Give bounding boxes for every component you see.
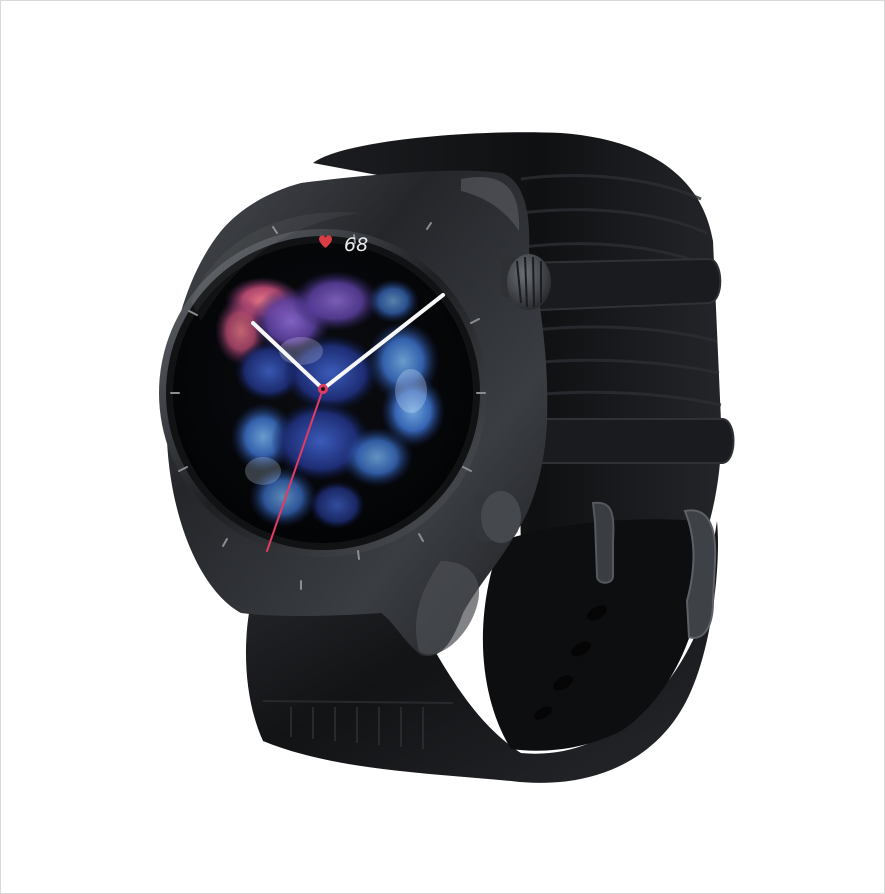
buckle: [591, 501, 615, 584]
side-button: [473, 491, 521, 543]
smartwatch-illustration: 68: [159, 132, 735, 783]
product-image-frame: 68: [0, 0, 885, 894]
strap-keeper-bottom: [515, 418, 735, 464]
heart-rate-value: 68: [344, 234, 368, 256]
